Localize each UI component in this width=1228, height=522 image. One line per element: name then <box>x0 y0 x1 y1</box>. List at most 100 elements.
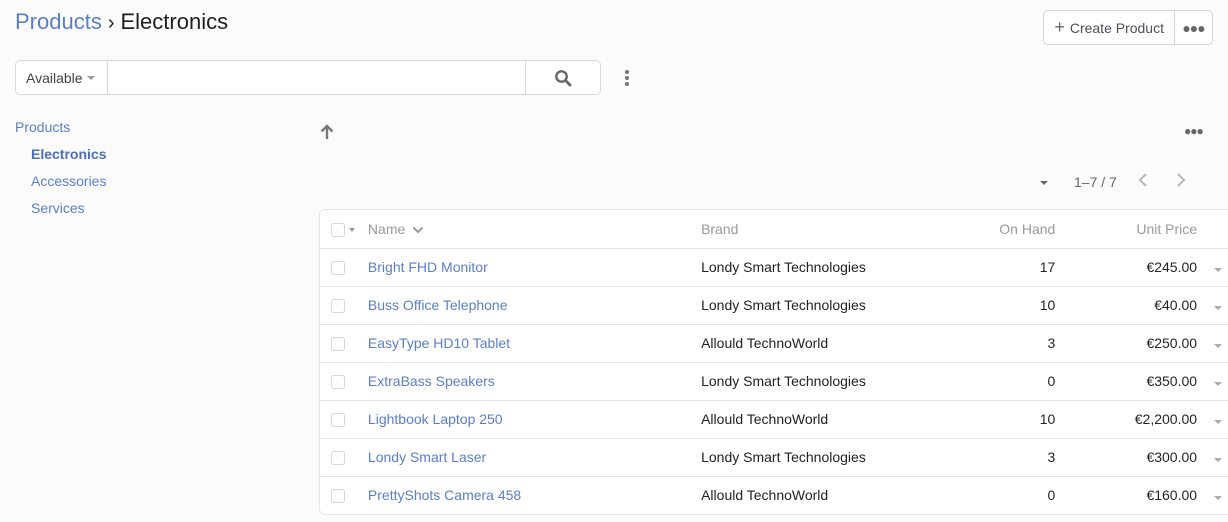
row-select-cell <box>320 400 368 439</box>
table-row[interactable]: PrettyShots Camera 458 Allould TechnoWorl… <box>320 476 1228 514</box>
row-checkbox[interactable] <box>331 375 345 390</box>
pager: 1–7 / 7 <box>1040 172 1213 192</box>
more-actions-button[interactable]: ●●● <box>1175 11 1212 44</box>
on-hand-cell: 3 <box>950 324 1056 363</box>
on-hand-cell: 3 <box>950 438 1056 477</box>
row-checkbox[interactable] <box>331 489 345 504</box>
availability-filter-select[interactable]: Available <box>16 61 108 94</box>
ellipsis-icon: ●●● <box>1184 124 1204 138</box>
product-name-cell: PrettyShots Camera 458 <box>368 476 701 514</box>
search-input[interactable] <box>108 61 525 94</box>
ellipsis-icon: ●●● <box>1182 19 1205 36</box>
sidebar-item-accessories[interactable]: Accessories <box>15 168 106 195</box>
row-menu-cell <box>1197 286 1228 325</box>
brand-cell: Allould TechnoWorld <box>701 324 951 363</box>
row-menu-caret-icon[interactable] <box>1213 344 1222 348</box>
create-product-button[interactable]: + Create Product <box>1044 11 1175 44</box>
column-header-actions <box>1197 210 1228 249</box>
parent-level-button[interactable] <box>319 123 335 144</box>
product-name-link[interactable]: EasyType HD10 Tablet <box>368 335 510 351</box>
select-all-cell <box>320 210 368 249</box>
product-name-link[interactable]: Bright FHD Monitor <box>368 259 488 275</box>
row-menu-cell <box>1197 400 1228 439</box>
products-table: Name Brand On Hand Unit Price Bright FHD… <box>319 209 1228 515</box>
breadcrumb: Products › Electronics <box>15 8 228 37</box>
page-title: Electronics <box>120 9 229 34</box>
table-row[interactable]: EasyType HD10 Tablet Allould TechnoWorld 3… <box>320 324 1228 363</box>
chevron-left-icon <box>1138 172 1147 187</box>
product-name-link[interactable]: Lightbook Laptop 250 <box>368 411 503 427</box>
row-menu-caret-icon[interactable] <box>1213 382 1222 386</box>
table-row[interactable]: Buss Office Telephone Londy Smart Technol… <box>320 286 1228 325</box>
search-button[interactable] <box>525 61 600 94</box>
table-row[interactable]: Lightbook Laptop 250 Allould TechnoWorld 1… <box>320 400 1228 439</box>
pager-prev-button[interactable] <box>1137 171 1175 194</box>
chevron-down-icon <box>412 226 424 234</box>
category-sidebar: Products Electronics Accessories Service… <box>15 114 106 222</box>
column-header-brand[interactable]: Brand <box>701 210 951 249</box>
kebab-dot <box>625 70 629 74</box>
on-hand-cell: 0 <box>1047 487 1056 504</box>
search-options-button[interactable] <box>622 68 632 88</box>
breadcrumb-products-link[interactable]: Products <box>15 9 102 34</box>
row-checkbox[interactable] <box>331 299 345 314</box>
row-menu-caret-icon[interactable] <box>1213 268 1222 272</box>
pager-next-button[interactable] <box>1175 171 1213 194</box>
select-menu-caret-icon[interactable] <box>349 227 355 232</box>
column-header-name[interactable]: Name <box>367 210 702 249</box>
breadcrumb-separator: › <box>107 12 115 34</box>
unit-price-cell: €245.00 <box>1055 248 1198 287</box>
column-name-label: Name <box>367 220 406 237</box>
on-hand-cell: 10 <box>950 286 1056 325</box>
row-menu-caret-icon[interactable] <box>1213 306 1222 310</box>
column-header-unit-price[interactable]: Unit Price <box>1055 210 1198 249</box>
row-menu-caret-icon[interactable] <box>1213 496 1222 501</box>
brand-cell: Allould TechnoWorld <box>701 400 951 439</box>
table-row[interactable]: ExtraBass Speakers Londy Smart Technologi… <box>320 362 1228 401</box>
product-name-link[interactable]: PrettyShots Camera 458 <box>368 487 521 503</box>
brand-cell: Londy Smart Technologies <box>701 286 951 325</box>
product-name-cell: EasyType HD10 Tablet <box>367 324 702 363</box>
unit-price-cell: €300.00 <box>1055 438 1198 477</box>
row-select-cell <box>320 438 368 477</box>
kebab-dot <box>625 82 629 86</box>
sidebar-item-electronics[interactable]: Electronics <box>15 141 106 168</box>
row-menu-cell <box>1197 476 1228 514</box>
table-row[interactable]: Bright FHD Monitor Londy Smart Technologi… <box>320 248 1228 287</box>
search-icon <box>555 69 572 86</box>
unit-price-cell: €350.00 <box>1055 362 1198 401</box>
row-checkbox[interactable] <box>331 451 345 466</box>
sidebar-item-products[interactable]: Products <box>15 114 106 141</box>
row-select-cell <box>320 286 368 325</box>
list-more-button[interactable]: ●●● <box>1184 124 1204 138</box>
product-name-link[interactable]: ExtraBass Speakers <box>368 373 495 389</box>
unit-price-cell: €250.00 <box>1055 324 1198 363</box>
row-menu-cell <box>1197 438 1228 477</box>
table-row[interactable]: Londy Smart Laser Londy Smart Technologie… <box>320 438 1228 477</box>
pager-range[interactable]: 1–7 / 7 <box>1074 174 1117 190</box>
caret-down-icon <box>86 75 95 80</box>
row-menu-caret-icon[interactable] <box>1213 458 1222 462</box>
pager-limit-dropdown[interactable] <box>1040 181 1048 185</box>
row-select-cell <box>320 476 368 514</box>
product-name-link[interactable]: Buss Office Telephone <box>368 297 508 313</box>
row-checkbox[interactable] <box>331 261 345 276</box>
row-menu-cell <box>1197 362 1228 401</box>
row-checkbox[interactable] <box>331 413 345 428</box>
product-name-link[interactable]: Londy Smart Laser <box>368 449 486 465</box>
create-product-label: Create Product <box>1069 19 1164 36</box>
brand-cell: Londy Smart Technologies <box>701 438 951 477</box>
sidebar-item-services[interactable]: Services <box>15 195 106 222</box>
product-name-cell: ExtraBass Speakers <box>367 362 702 401</box>
brand-cell: Londy Smart Technologies <box>701 248 951 287</box>
on-hand-cell: 17 <box>950 248 1056 287</box>
row-select-cell <box>320 248 368 287</box>
brand-cell: Allould TechnoWorld <box>701 487 829 504</box>
select-all-checkbox[interactable] <box>331 222 345 237</box>
row-menu-caret-icon[interactable] <box>1213 420 1222 424</box>
row-checkbox[interactable] <box>331 337 345 352</box>
unit-price-cell: €40.00 <box>1055 286 1198 325</box>
column-header-on-hand[interactable]: On Hand <box>950 210 1056 249</box>
plus-icon: + <box>1054 17 1065 37</box>
row-menu-cell <box>1197 324 1228 363</box>
